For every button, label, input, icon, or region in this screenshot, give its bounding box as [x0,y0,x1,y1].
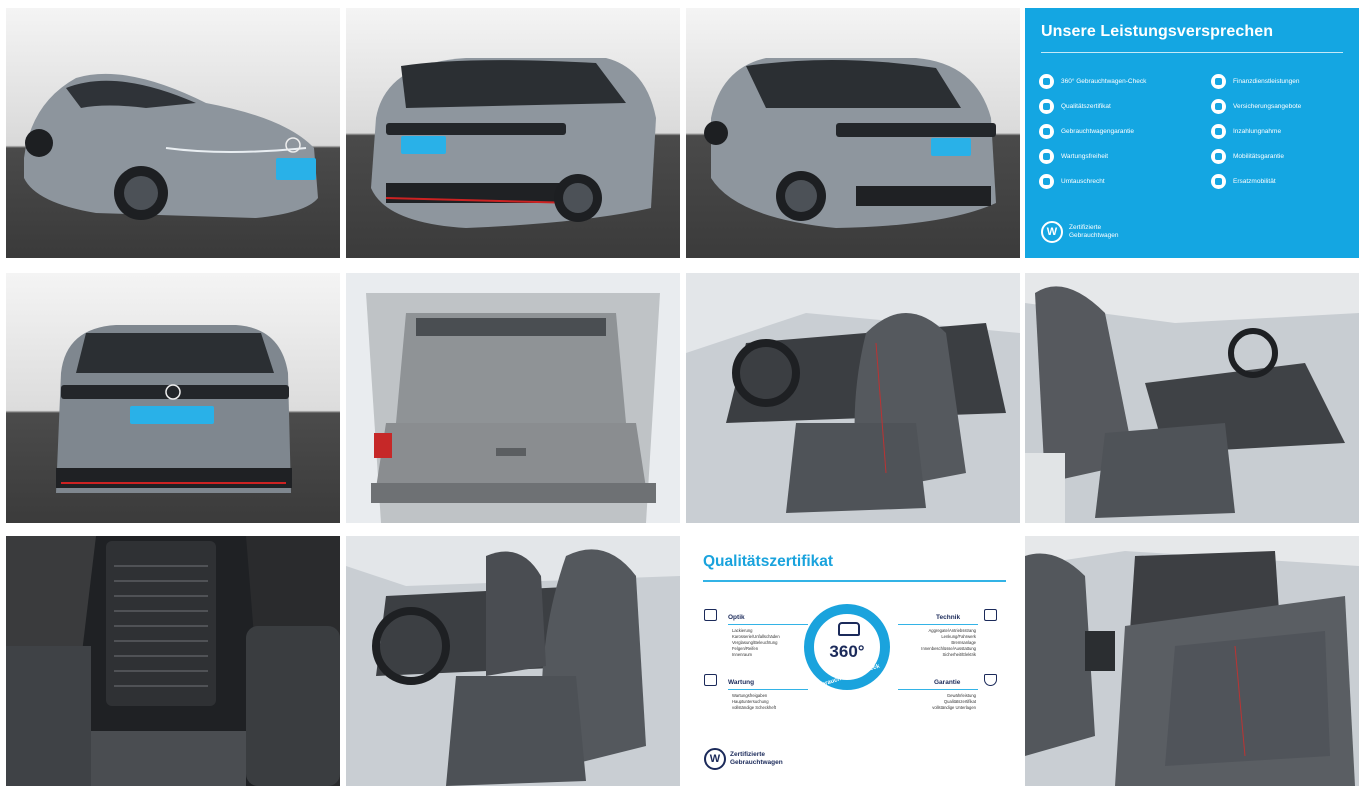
promise-item: Ersatzmobilität [1211,174,1276,189]
360-check-badge: 360° Gebrauchtwagen-Check [804,604,890,690]
list-item: Sicherheit/Elektrik [942,652,976,657]
check-badge-icon [1039,74,1054,89]
car-front-photo [6,8,340,258]
brand-line-1: Zertifizierte [730,751,766,758]
exchange-icon [1039,174,1054,189]
section-divider [728,689,808,690]
promise-item: Versicherungsangebote [1211,99,1301,114]
rear-seats-photo [1025,536,1359,786]
gallery-photo-rear-seats[interactable] [1025,536,1359,786]
front-seats-photo [346,536,680,786]
promise-title: Unsere Leistungsversprechen [1041,23,1274,40]
badge-caption: Gebrauchtwagen-Check [813,663,881,691]
section-title-optik: Optik [728,614,745,621]
car-icon [838,622,860,636]
gallery-photo-center-console[interactable] [6,536,340,786]
certificate-icon [1039,99,1054,114]
promise-item: Mobilitätsgarantie [1211,149,1284,164]
certificate-divider [703,580,1006,582]
gallery-photo-front-seats[interactable] [346,536,680,786]
promise-item-label: 360° Gebrauchtwagen-Check [1061,78,1147,85]
promise-item-label: Qualitätszertifikat [1061,103,1111,110]
promise-item-label: Inzahlungnahme [1233,128,1282,135]
promise-item-label: Ersatzmobilität [1233,178,1276,185]
gallery-photo-front-three-quarter[interactable] [6,8,340,258]
promise-item: Qualitätszertifikat [1039,99,1111,114]
promise-item-label: Versicherungsangebote [1233,103,1302,110]
gallery-photo-rear-straight[interactable] [6,273,340,523]
brand-line-2: Gebrauchtwagen [730,759,783,766]
list-item: vollständige Unterlagen [932,705,976,710]
car-rear-straight-photo [6,273,340,523]
certificate-title: Qualitätszertifikat [703,553,834,570]
gallery-photo-trunk[interactable] [346,273,680,523]
wrench-icon [1039,149,1054,164]
promise-item-label: Umtauschrecht [1061,178,1105,185]
promise-item-label: Finanzdienstleistungen [1233,78,1300,85]
section-divider [728,624,808,625]
promise-divider [1041,52,1343,53]
brand-caption: Zertifizierte Gebrauchtwagen [730,751,783,767]
wartung-items: Wartungsfreigaben Hauptuntersuchung voll… [732,693,776,711]
promise-item-label: Gebrauchtwagengarantie [1061,128,1134,135]
driver-seat-photo [686,273,1020,523]
shield-icon [984,674,997,686]
technik-icon [984,609,997,621]
vw-logo-icon: W [704,748,726,770]
optik-icon [704,609,717,621]
car-rear-left-photo [346,8,680,258]
gallery-photo-rear-left[interactable] [346,8,680,258]
replacement-car-icon [1211,174,1226,189]
technik-items: Aggregate/Antriebsstrang Lenkung/Fahrwer… [921,628,976,658]
car-rear-right-photo [686,8,1020,258]
garantie-items: Gewährleistung Qualitätszertifikat volls… [932,693,976,711]
photo-gallery-grid: Unsere Leistungsversprechen 360° Gebrauc… [6,8,1362,786]
mobility-icon [1211,149,1226,164]
brand-line-1: Zertifizierte [1069,224,1102,231]
section-title-garantie: Garantie [934,679,961,686]
trunk-interior-photo [346,273,680,523]
section-title-technik: Technik [936,614,961,621]
section-title-wartung: Wartung [728,679,755,686]
promise-item: Wartungsfreiheit [1039,149,1108,164]
promise-item-label: Mobilitätsgarantie [1233,153,1284,160]
shield-icon [1039,124,1054,139]
brand-caption: Zertifizierte Gebrauchtwagen [1069,224,1119,240]
gallery-photo-passenger-seat[interactable] [1025,273,1359,523]
center-console-photo [6,536,340,786]
optik-items: Lackierung Karosserie/Unfallschäden Verg… [732,628,780,658]
promise-item: Gebrauchtwagengarantie [1039,124,1134,139]
gallery-photo-rear-right[interactable] [686,8,1020,258]
list-item: Innenraum [732,652,753,657]
vw-logo-icon: W [1041,221,1063,243]
list-item: vollständige Scheckheft [732,705,776,710]
passenger-seat-photo [1025,273,1359,523]
wartung-icon [704,674,717,686]
promise-info-tile[interactable]: Unsere Leistungsversprechen 360° Gebrauc… [1025,8,1359,258]
section-divider [898,689,978,690]
quality-certificate-tile[interactable]: Qualitätszertifikat Optik Lackierung Kar… [686,536,1020,786]
promise-item: 360° Gebrauchtwagen-Check [1039,74,1146,89]
promise-item: Inzahlungnahme [1211,124,1281,139]
section-divider [898,624,978,625]
promise-item: Umtauschrecht [1039,174,1105,189]
promise-item-label: Wartungsfreiheit [1061,153,1109,160]
badge-number: 360° [829,642,865,661]
brand-line-2: Gebrauchtwagen [1069,232,1119,239]
promise-item: Finanzdienstleistungen [1211,74,1300,89]
gallery-photo-driver-seat[interactable] [686,273,1020,523]
finance-icon [1211,74,1226,89]
trade-in-icon [1211,124,1226,139]
insurance-icon [1211,99,1226,114]
